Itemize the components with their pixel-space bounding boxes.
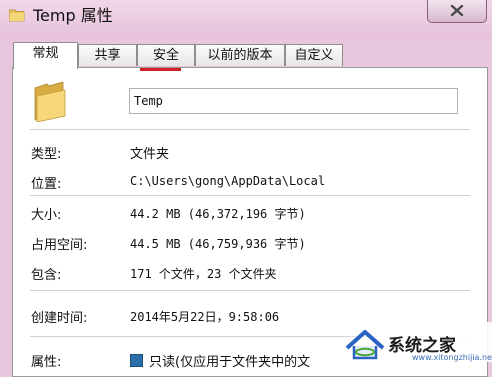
type-label: 类型: — [31, 147, 62, 162]
tab-previous-versions[interactable]: 以前的版本 — [195, 44, 285, 66]
close-button[interactable] — [427, 0, 487, 23]
location-value: C:\Users\gong\AppData\Local — [130, 174, 326, 188]
tab-security[interactable]: 安全 — [137, 44, 195, 66]
disk-size-value: 44.5 MB (46,759,936 字节) — [130, 237, 306, 251]
folder-name-input[interactable]: Temp — [129, 88, 458, 114]
separator — [30, 129, 470, 130]
created-value: 2014年5月22日，9:58:06 — [130, 310, 280, 324]
separator — [30, 195, 470, 196]
size-label: 大小: — [31, 208, 62, 223]
title-bar: Temp 属性 — [0, 0, 492, 38]
house-logo-icon — [345, 330, 385, 360]
contains-label: 包含: — [31, 268, 62, 283]
disk-size-label: 占用空间: — [31, 238, 88, 253]
size-value: 44.2 MB (46,372,196 字节) — [130, 207, 306, 221]
window-title: Temp 属性 — [33, 6, 113, 25]
watermark-url: www.xitongzhijia.net — [412, 353, 492, 362]
type-value: 文件夹 — [130, 147, 170, 162]
contains-value: 171 个文件，23 个文件夹 — [130, 267, 277, 281]
tab-highlight-underline — [140, 68, 181, 71]
tab-sharing[interactable]: 共享 — [78, 44, 137, 66]
folder-large-icon — [34, 82, 66, 122]
close-icon — [450, 4, 464, 17]
location-label: 位置: — [31, 177, 62, 192]
attributes-label: 属性: — [31, 355, 62, 370]
readonly-label: 只读(仅应用于文件夹中的文 — [149, 355, 311, 370]
separator — [30, 290, 470, 291]
tab-customize[interactable]: 自定义 — [285, 44, 343, 66]
created-label: 创建时间: — [31, 311, 88, 326]
folder-icon — [9, 9, 25, 22]
tab-general[interactable]: 常规 — [13, 42, 78, 69]
readonly-checkbox[interactable] — [130, 354, 143, 367]
